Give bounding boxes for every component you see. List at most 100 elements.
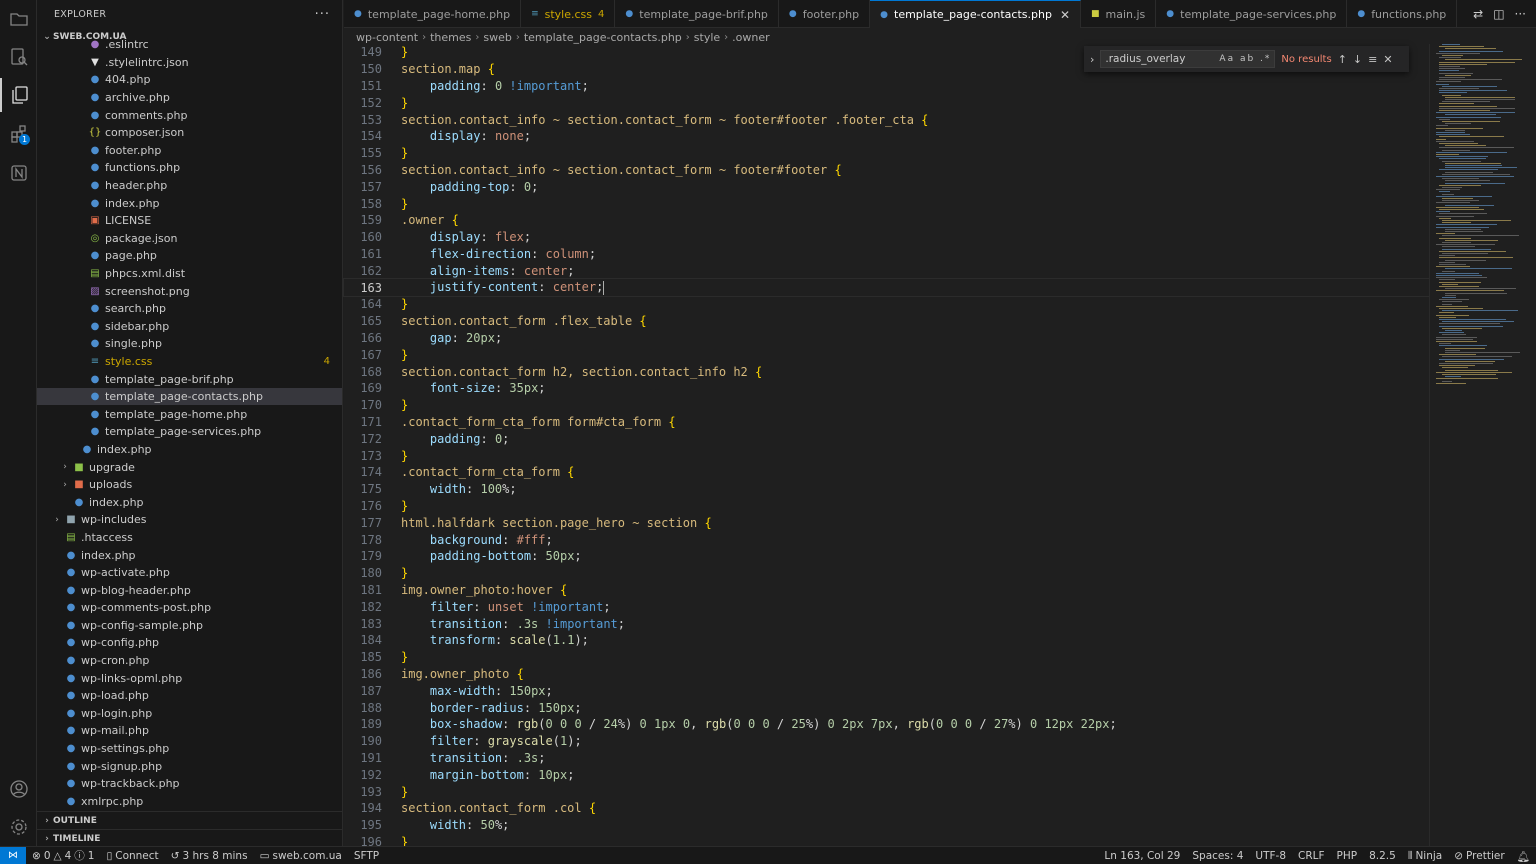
file-item[interactable]: ● .eslintrc <box>37 36 342 54</box>
file-item[interactable]: ● wp-settings.php <box>37 740 342 758</box>
folder-item[interactable]: › ■ wp-includes <box>37 511 342 529</box>
code-line[interactable]: 165 section.contact_form .flex_table { <box>344 313 1429 330</box>
file-item[interactable]: ● wp-load.php <box>37 687 342 705</box>
file-item[interactable]: ◎ package.json <box>37 230 342 248</box>
breadcrumb-item[interactable]: themes <box>430 31 471 44</box>
code-line[interactable]: 191 transition: .3s; <box>344 750 1429 767</box>
ninja-indicator[interactable]: ⦀ Ninja <box>1402 850 1448 863</box>
settings-gear-icon[interactable] <box>0 810 37 844</box>
code-line[interactable]: 156 section.contact_info ~ section.contac… <box>344 162 1429 179</box>
code-line[interactable]: 176} <box>344 498 1429 515</box>
code-line[interactable]: 175 width: 100%; <box>344 481 1429 498</box>
code-line[interactable]: 171 .contact_form_cta_form form#cta_form … <box>344 414 1429 431</box>
file-item[interactable]: ● xmlrpc.php <box>37 793 342 811</box>
code-line[interactable]: 168 section.contact_form h2, section.cont… <box>344 363 1429 380</box>
compare-icon[interactable]: ⇄ <box>1473 7 1483 21</box>
file-item[interactable]: ● 404.php <box>37 71 342 89</box>
file-item[interactable]: ● search.php <box>37 300 342 318</box>
encoding[interactable]: UTF-8 <box>1249 850 1292 862</box>
file-item[interactable]: ● wp-signup.php <box>37 757 342 775</box>
editor-tab[interactable]: ● template_page-contacts.php ✕ <box>870 0 1081 28</box>
code-line[interactable]: 190 filter: grayscale(1); <box>344 733 1429 750</box>
toggle-replace-icon[interactable]: › <box>1090 53 1094 66</box>
file-item[interactable]: ● single.php <box>37 335 342 353</box>
code-line[interactable]: 166 gap: 20px; <box>344 330 1429 347</box>
code-line[interactable]: 194 section.contact_form .col { <box>344 800 1429 817</box>
more-icon[interactable]: ··· <box>1515 7 1526 21</box>
file-item[interactable]: ● footer.php <box>37 142 342 160</box>
file-item[interactable]: ● template_page-contacts.php <box>37 387 342 406</box>
close-tab-icon[interactable]: ✕ <box>1060 8 1070 22</box>
code-line[interactable]: 187 max-width: 150px; <box>344 682 1429 699</box>
code-line[interactable]: 161 flex-direction: column; <box>344 246 1429 263</box>
file-item[interactable]: ● header.php <box>37 177 342 195</box>
code-line[interactable]: 173} <box>344 447 1429 464</box>
file-item[interactable]: ● wp-config.php <box>37 634 342 652</box>
code-line[interactable]: 183 transition: .3s !important; <box>344 615 1429 632</box>
file-item[interactable]: ● wp-mail.php <box>37 722 342 740</box>
file-item[interactable]: ▤ phpcs.xml.dist <box>37 265 342 283</box>
find-input[interactable]: .radius_overlay Aa ab .* <box>1100 50 1276 68</box>
code-line[interactable]: 193} <box>344 783 1429 800</box>
code-line[interactable]: 153 section.contact_info ~ section.contac… <box>344 111 1429 128</box>
file-item[interactable]: ≡ style.css 4 <box>37 353 342 371</box>
file-item[interactable]: ● wp-login.php <box>37 705 342 723</box>
editor-tab[interactable]: ● template_page-home.php <box>344 0 522 28</box>
code-line[interactable]: 151 padding: 0 !important; <box>344 78 1429 95</box>
editor-tab[interactable]: ● functions.php <box>1347 0 1458 28</box>
notion-icon[interactable] <box>0 156 37 190</box>
file-item[interactable]: ● wp-blog-header.php <box>37 581 342 599</box>
file-item[interactable]: ● template_page-brif.php <box>37 370 342 388</box>
connect-button[interactable]: ▯ Connect <box>100 850 164 862</box>
file-item[interactable]: ● functions.php <box>37 159 342 177</box>
extensions-icon[interactable]: 1 <box>0 117 37 151</box>
file-item[interactable]: ● wp-links-opml.php <box>37 669 342 687</box>
code-line[interactable]: 185} <box>344 649 1429 666</box>
split-editor-icon[interactable]: ◫ <box>1493 7 1504 21</box>
explorer-icon[interactable] <box>0 2 37 36</box>
end-of-line[interactable]: CRLF <box>1292 850 1331 862</box>
code-line[interactable]: 189 box-shadow: rgb(0 0 0 / 24%) 0 1px 0… <box>344 716 1429 733</box>
code-line[interactable]: 160 display: flex; <box>344 229 1429 246</box>
editor-tab[interactable]: ● template_page-brif.php <box>615 0 779 28</box>
file-item[interactable]: ● index.php <box>37 546 342 564</box>
timeline-section[interactable]: › TIMELINE <box>37 829 342 846</box>
code-line[interactable]: 157 padding-top: 0; <box>344 178 1429 195</box>
code-line[interactable]: 170} <box>344 397 1429 414</box>
editor-tab[interactable]: ● footer.php <box>779 0 871 28</box>
problems-indicator[interactable]: ⊗ 0 △ 4 ⓘ 1 <box>26 848 100 863</box>
php-version[interactable]: 8.2.5 <box>1363 850 1402 862</box>
code-line[interactable]: 169 font-size: 35px; <box>344 380 1429 397</box>
file-item[interactable]: {} composer.json <box>37 124 342 142</box>
file-item[interactable]: ▼ .stylelintrc.json <box>37 54 342 72</box>
cursor-position[interactable]: Ln 163, Col 29 <box>1098 850 1186 862</box>
host-indicator[interactable]: ▭ sweb.com.ua <box>254 850 348 862</box>
language-mode[interactable]: PHP <box>1331 850 1364 862</box>
file-item[interactable]: ● index.php <box>37 441 342 459</box>
indentation[interactable]: Spaces: 4 <box>1186 850 1249 862</box>
code-line[interactable]: 186 img.owner_photo { <box>344 666 1429 683</box>
file-item[interactable]: ● wp-cron.php <box>37 652 342 670</box>
copy-files-icon[interactable] <box>0 78 37 112</box>
code-line[interactable]: 179 padding-bottom: 50px; <box>344 548 1429 565</box>
file-item[interactable]: ▣ LICENSE <box>37 212 342 230</box>
code-line[interactable]: 188 border-radius: 150px; <box>344 699 1429 716</box>
time-tracker[interactable]: ↺ 3 hrs 8 mins <box>165 850 254 862</box>
file-item[interactable]: ● template_page-home.php <box>37 405 342 423</box>
code-line[interactable]: 178 background: #fff; <box>344 531 1429 548</box>
breadcrumb-item[interactable]: wp-content <box>356 31 418 44</box>
code-line[interactable]: 174 .contact_form_cta_form { <box>344 464 1429 481</box>
arrow-up-icon[interactable]: ↑ <box>1338 53 1347 66</box>
breadcrumb-item[interactable]: template_page-contacts.php <box>524 31 682 44</box>
breadcrumb-item[interactable]: sweb <box>483 31 511 44</box>
code-line[interactable]: 180} <box>344 565 1429 582</box>
file-item[interactable]: ● index.php <box>37 493 342 511</box>
file-item[interactable]: ● sidebar.php <box>37 318 342 336</box>
notifications-bell-icon[interactable]: 🔔︎ <box>1511 850 1536 863</box>
file-item[interactable]: ● archive.php <box>37 89 342 107</box>
file-item[interactable]: ● comments.php <box>37 106 342 124</box>
folder-item[interactable]: › ■ upgrade <box>37 458 342 476</box>
code-line[interactable]: 184 transform: scale(1.1); <box>344 632 1429 649</box>
file-item[interactable]: ● wp-comments-post.php <box>37 599 342 617</box>
code-line[interactable]: 192 margin-bottom: 10px; <box>344 766 1429 783</box>
